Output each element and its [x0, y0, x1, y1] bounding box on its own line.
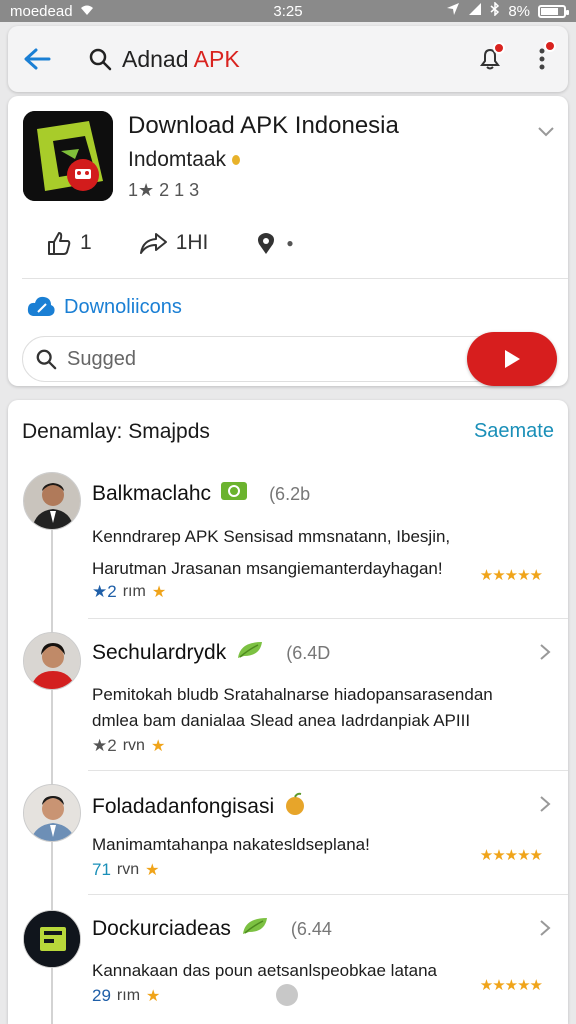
chevron-down-icon[interactable] — [536, 124, 556, 143]
star-icon: ★ — [150, 738, 166, 755]
app-actions: 1 1НI ● — [46, 230, 294, 256]
battery-icon — [538, 4, 569, 18]
app-rating: 1★ 2 1 3 — [128, 180, 200, 200]
star-icon: ★ — [146, 988, 161, 1005]
downloads-link[interactable]: Downoliicons — [26, 294, 182, 320]
list-item[interactable]: Balkmaclahc (6.2b Kenndrarep APK Sensisa… — [8, 470, 568, 620]
card-divider — [22, 278, 568, 279]
chevron-right-icon[interactable] — [538, 642, 552, 667]
location-icon — [446, 2, 460, 20]
star-icon: ★ — [145, 862, 160, 879]
item-count: 71 — [92, 860, 111, 879]
item-title: Sechulardrydk — [92, 641, 227, 664]
item-count: ★2 — [92, 582, 117, 601]
item-version: (6.4D — [286, 642, 331, 663]
search-icon — [89, 48, 112, 71]
play-button[interactable] — [467, 332, 557, 386]
avatar — [23, 472, 81, 530]
like-button[interactable]: 1 — [46, 230, 92, 256]
chevron-right-icon[interactable] — [538, 918, 552, 943]
item-title: Foladadanfongisasi — [92, 795, 275, 818]
back-arrow-icon — [24, 48, 51, 70]
item-unit: rvn — [122, 737, 145, 754]
see-more-link[interactable]: Saemate — [474, 420, 554, 443]
fruit-icon — [284, 792, 306, 822]
menu-badge — [544, 40, 556, 52]
item-divider — [88, 618, 568, 619]
battery-percent: 8% — [508, 2, 530, 20]
rating-stars: ★★★★★ — [479, 847, 543, 864]
scroll-indicator[interactable] — [276, 984, 298, 1006]
carrier-label: moedead — [10, 2, 73, 20]
item-description: dmlea bam danialaa Slead anea Iadrdanpia… — [92, 711, 471, 730]
play-icon — [505, 350, 520, 368]
rating-stars: ★★★★★ — [479, 977, 543, 994]
item-title: Balkmaclahc — [92, 482, 212, 505]
search-query: Adnad APK — [122, 45, 240, 72]
item-count: 29 — [92, 986, 111, 1005]
item-description: Kenndrarep APK Sensisad mmsnatann, Ibesj… — [92, 527, 451, 546]
item-title: Dockurciadeas — [92, 917, 231, 940]
list-header: Denamlay: Smajpds — [22, 420, 210, 443]
item-version: (6.44 — [290, 918, 332, 939]
item-version: (6.2b — [269, 483, 311, 504]
app-developer[interactable]: Indomtaak — [128, 148, 241, 172]
list-item[interactable]: Sechulardrydk (6.4D Pemitokah bludb Srat… — [8, 620, 568, 772]
leaf-icon — [241, 916, 269, 942]
app-logo-icon[interactable] — [23, 111, 113, 201]
item-divider — [88, 894, 568, 895]
updates-list-card: Denamlay: Smajpds Saemate Balkmaclahc (6… — [8, 400, 568, 1024]
search-icon — [36, 349, 57, 370]
item-unit: rım — [122, 583, 146, 600]
share-count: 1НI — [175, 231, 209, 254]
chevron-right-icon[interactable] — [538, 794, 552, 819]
verified-icon — [221, 482, 248, 506]
item-unit: rım — [116, 987, 141, 1004]
app-card: Download APK Indonesia Indomtaak 1★ 2 1 … — [8, 96, 568, 386]
more-menu-button[interactable] — [516, 26, 568, 92]
list-item[interactable]: Foladadanfongisasi Manimamtahanpa nakate… — [8, 772, 568, 896]
signal-icon — [468, 2, 482, 20]
developer-badge-icon — [232, 155, 241, 166]
notification-badge — [493, 42, 505, 54]
download-cloud-icon — [27, 296, 55, 316]
rating-stars: ★★★★★ — [479, 567, 543, 584]
suggest-search-field[interactable]: Sugged — [22, 332, 557, 386]
avatar — [23, 784, 81, 842]
like-count: 1 — [80, 231, 92, 254]
star-icon: ★ — [151, 584, 167, 601]
share-icon — [139, 233, 167, 254]
status-bar: moedead 3:25 8% — [0, 0, 576, 22]
search-field[interactable]: Adnad APK — [66, 46, 464, 73]
avatar — [23, 632, 81, 690]
location-button[interactable]: ● — [254, 231, 294, 255]
suggest-placeholder: Sugged — [67, 347, 136, 370]
leaf-icon — [236, 640, 264, 666]
item-divider — [88, 770, 568, 771]
notifications-button[interactable] — [464, 26, 516, 92]
wifi-icon — [79, 3, 95, 20]
bluetooth-icon — [490, 1, 500, 20]
item-count: ★2 — [92, 736, 117, 755]
app-title: Download APK Indonesia — [128, 112, 399, 139]
top-app-bar: Adnad APK — [8, 26, 568, 92]
avatar — [23, 910, 81, 968]
back-button[interactable] — [8, 26, 66, 92]
item-description: Pemitokah bludb Sratahalnarse hiadopansa… — [92, 685, 493, 704]
map-pin-icon — [258, 233, 275, 254]
thumbs-up-icon — [48, 232, 71, 255]
share-button[interactable]: 1НI — [138, 231, 209, 255]
item-unit: rvn — [116, 861, 140, 878]
